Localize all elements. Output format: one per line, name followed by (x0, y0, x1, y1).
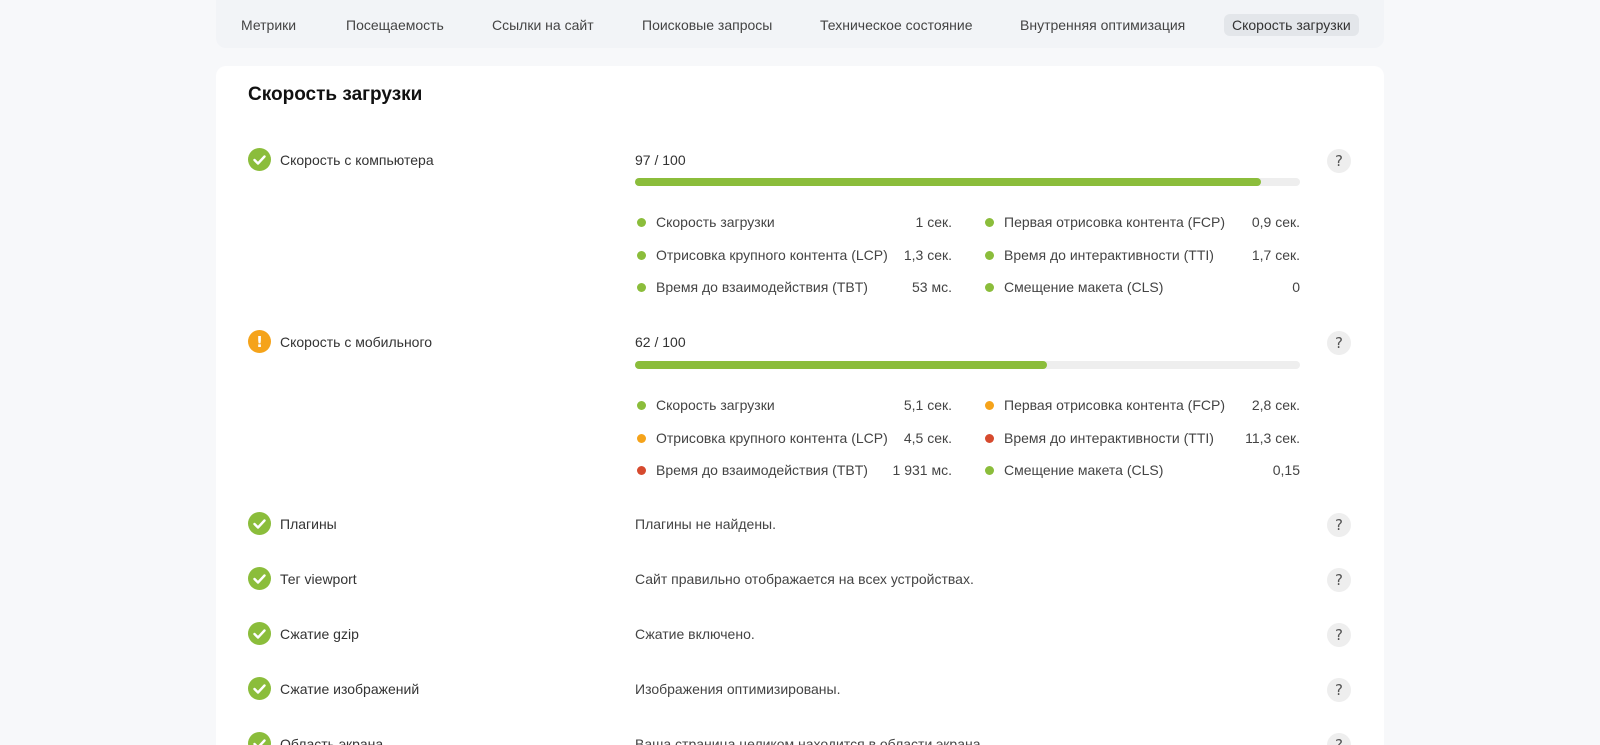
metric-name: Скорость загрузки (656, 214, 775, 230)
metric-status-dot (985, 433, 994, 443)
metric-name: Смещение макета (CLS) (1004, 279, 1164, 295)
metric-name: Первая отрисовка контента (FCP) (1004, 214, 1225, 230)
metric-status-dot (637, 250, 646, 260)
metric-value: 1,7 сек. (1251, 246, 1300, 263)
question-mark-icon[interactable]: ? (1327, 149, 1351, 173)
metric-value: 0,15 (1272, 462, 1300, 478)
metric-name: Смещение макета (CLS) (1004, 462, 1164, 478)
check-circle-icon (248, 148, 271, 171)
mobile-score-bar-fill (635, 361, 1048, 369)
metric-status-dot (985, 218, 994, 227)
metric-status-dot (985, 283, 994, 292)
tab-traffic[interactable]: Посещаемость (346, 14, 444, 36)
check-circle-icon (248, 512, 271, 535)
mobile-score-bar (635, 361, 1300, 369)
tab-backlinks[interactable]: Ссылки на сайт (492, 14, 594, 36)
metric-value: 0,9 сек. (1251, 214, 1300, 230)
metric-name: Отрисовка крупного контента (LCP) (656, 246, 888, 263)
metric-value: 11,3 сек. (1245, 429, 1300, 446)
check-label: Тег viewport (280, 571, 357, 587)
metric-value: 2,8 сек. (1251, 397, 1300, 413)
metric-name: Время до взаимодействия (TBT) (656, 462, 868, 478)
check-label: Область экрана (280, 736, 384, 745)
metric-status-dot (985, 250, 994, 260)
check-label: Сжатие изображений (280, 681, 420, 697)
tab-internal-optimization[interactable]: Внутренняя оптимизация (1020, 14, 1185, 36)
tab-search-queries[interactable]: Поисковые запросы (642, 14, 772, 36)
metric-value: 53 мс. (912, 279, 952, 295)
check-circle-icon (248, 677, 271, 700)
metric-status-dot (985, 466, 994, 475)
question-mark-icon[interactable]: ? (1327, 623, 1351, 647)
metric-status-dot (637, 433, 646, 443)
question-mark-icon[interactable]: ? (1327, 331, 1351, 355)
desktop-score: 97 / 100 (635, 152, 686, 168)
exclamation-circle-icon: ! (248, 330, 271, 353)
question-mark-icon[interactable]: ? (1327, 513, 1351, 537)
question-mark-icon[interactable]: ? (1327, 678, 1351, 702)
metric-status-dot (637, 218, 646, 227)
mobile-score: 62 / 100 (635, 334, 686, 350)
metric-status-dot (637, 283, 646, 292)
question-mark-icon[interactable]: ? (1327, 568, 1351, 592)
tab-technical-state[interactable]: Техническое состояние (820, 14, 973, 36)
check-circle-icon (248, 622, 271, 645)
metric-name: Время до взаимодействия (TBT) (656, 279, 868, 295)
metric-value: 4,5 сек. (903, 429, 952, 446)
metric-status-dot (637, 466, 646, 475)
metric-name: Скорость загрузки (656, 397, 775, 413)
metric-name: Время до интерактивности (TTI) (1004, 246, 1214, 263)
metric-value: 1,3 сек. (903, 246, 952, 263)
check-description: Ваша страница целиком находится в област… (635, 736, 985, 745)
tab-load-speed[interactable]: Скорость загрузки (1224, 14, 1359, 36)
check-circle-icon (248, 567, 271, 590)
page-title: Скорость загрузки (248, 84, 423, 105)
desktop-score-bar-fill (635, 178, 1261, 186)
mobile-speed-label: Скорость с мобильного (280, 334, 433, 350)
tab-metrics[interactable]: Метрики (241, 14, 296, 36)
desktop-speed-label: Скорость с компьютера (280, 152, 434, 168)
metric-status-dot (985, 401, 994, 410)
check-label: Сжатие gzip (280, 626, 359, 642)
metric-value: 0 (1292, 279, 1300, 295)
desktop-score-bar (635, 178, 1300, 186)
metric-value: 1 сек. (915, 214, 952, 230)
check-description: Изображения оптимизированы. (635, 681, 841, 697)
metric-value: 1 931 мс. (892, 462, 952, 478)
check-description: Сайт правильно отображается на всех устр… (635, 571, 974, 587)
check-description: Плагины не найдены. (635, 516, 777, 532)
check-label: Плагины (280, 516, 337, 532)
metric-value: 5,1 сек. (903, 397, 952, 413)
metric-name: Первая отрисовка контента (FCP) (1004, 397, 1225, 413)
metric-name: Отрисовка крупного контента (LCP) (656, 429, 888, 446)
metric-status-dot (637, 401, 646, 410)
check-description: Сжатие включено. (635, 626, 755, 642)
metric-name: Время до интерактивности (TTI) (1004, 429, 1214, 446)
